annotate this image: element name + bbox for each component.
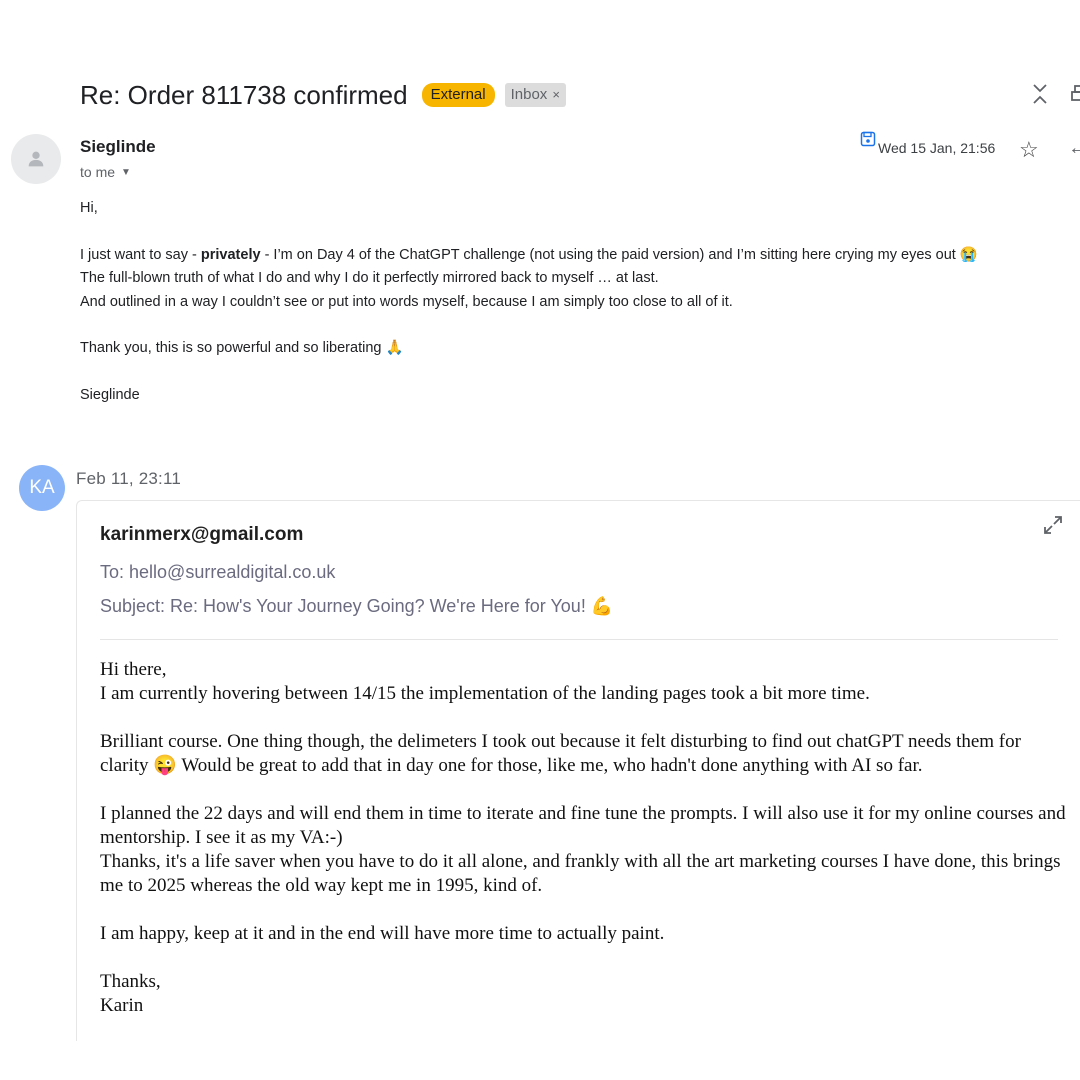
inbox-label[interactable]: Inbox × [504,83,566,107]
expand-icon[interactable] [1042,514,1064,542]
signature: Karin [100,995,144,1016]
sender-avatar[interactable] [11,134,61,184]
inbox-label-text: Inbox [510,86,548,103]
message-date: Wed 15 Jan, 21:56 [878,140,996,156]
paragraph: I am happy, keep at it and in the end wi… [100,923,665,944]
external-label: External [421,83,495,107]
collapse-all-icon[interactable] [1030,82,1050,111]
paragraph: I just want to say - privately - I’m on … [80,246,978,263]
paragraph: I am currently hovering between 14/15 th… [100,683,870,704]
person-icon [28,151,44,167]
recipient-summary: to me [80,164,116,180]
message-date-area: Wed 15 Jan, 21:56 [860,131,996,156]
subject-line: Subject: Re: How's Your Journey Going? W… [100,596,614,616]
thread-subject: Re: Order 811738 confirmed [80,79,408,110]
message-body: Hi there, I am currently hovering betwee… [100,658,1070,1018]
paragraph: Thank you, this is so powerful and so li… [80,340,404,356]
paragraph: Hi there, [100,659,167,680]
paragraph: I planned the 22 days and will end them … [100,803,1066,848]
save-icon[interactable] [860,131,876,150]
paragraph: And outlined in a way I couldn’t see or … [80,293,733,310]
paragraph: Brilliant course. One thing though, the … [100,731,1021,776]
sender-name[interactable]: Sieglinde [80,137,156,157]
paragraph: The full-blown truth of what I do and wh… [80,270,659,286]
signature: Sieglinde [80,386,140,403]
sender-email: karinmerx@gmail.com [100,524,304,545]
remove-label-icon[interactable]: × [552,86,560,104]
print-icon[interactable] [1070,84,1080,111]
recipient-line: To: hello@surrealdigital.co.uk [100,562,336,582]
chevron-down-icon: ▼ [121,166,131,178]
emphasis: privately [200,246,261,263]
message-date: Feb 11, 23:11 [76,469,181,488]
recipient-details-toggle[interactable]: to me ▼ [80,164,131,180]
paragraph: Thanks, [100,971,161,992]
greeting: Hi, [80,200,98,216]
thread-header: Re: Order 811738 confirmed External Inbo… [80,78,566,112]
paragraph: Thanks, it's a life saver when you have … [100,851,1061,896]
divider [100,639,1058,640]
message-body: Hi, I just want to say - privately - I’m… [80,197,1070,407]
reply-icon[interactable]: ← [1068,137,1080,160]
sender-avatar[interactable]: KA [19,465,65,511]
star-icon[interactable]: ☆ [1019,137,1039,163]
